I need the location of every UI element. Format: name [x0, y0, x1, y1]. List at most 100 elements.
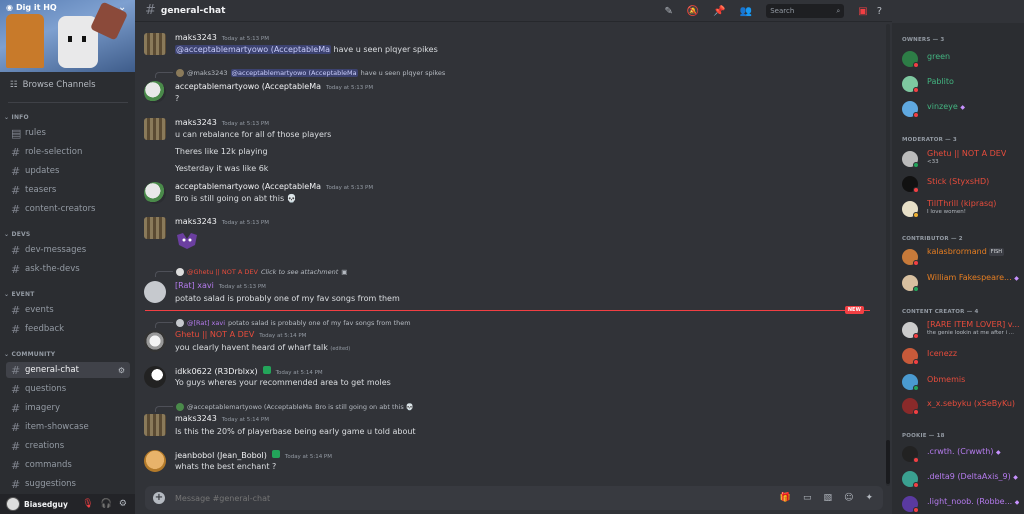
member-item[interactable]: .light_noob. (Robbe... ◆: [900, 493, 1022, 514]
avatar[interactable]: [144, 450, 166, 472]
sticker-icon[interactable]: ▧: [824, 493, 833, 503]
member-list-icon[interactable]: 👥: [740, 6, 752, 17]
avatar[interactable]: [144, 33, 166, 55]
hash-icon: #: [11, 262, 21, 276]
channel-questions[interactable]: # questions: [6, 381, 130, 397]
channel-general-chat[interactable]: # general-chat ⚙: [6, 362, 130, 378]
channel-dev-messages[interactable]: # dev-messages: [6, 242, 130, 258]
rules-icon: ▤: [11, 126, 22, 140]
member-item[interactable]: Stick (StyxsHD): [900, 173, 1022, 195]
author-name[interactable]: maks3243: [175, 217, 217, 226]
sticker-image[interactable]: [175, 231, 199, 251]
server-name[interactable]: ◉ Dig it HQ: [6, 3, 57, 12]
member-item[interactable]: TillThrill (kiprasq) I love women!: [900, 198, 1022, 220]
channel-suggestions[interactable]: # suggestions: [6, 476, 130, 492]
add-member-icon[interactable]: ⚙: [118, 366, 125, 375]
reply-preview[interactable]: @[Rat] xavi potato salad is probably one…: [155, 317, 411, 328]
gift-icon[interactable]: 🎁: [780, 493, 791, 503]
author-name[interactable]: idkk0622 (R3Drblxx): [175, 367, 258, 376]
message-text: Yo guys wheres your recommended area to …: [175, 378, 391, 387]
emoji-icon[interactable]: ☺: [844, 493, 853, 503]
member-item[interactable]: green: [900, 48, 1022, 70]
scrollbar-thumb[interactable]: [886, 440, 890, 484]
member-item[interactable]: Icenezz: [900, 345, 1022, 367]
category-info[interactable]: ⌄ INFO: [4, 114, 29, 121]
member-item[interactable]: Pablito: [900, 73, 1022, 95]
avatar[interactable]: [144, 81, 166, 103]
category-devs[interactable]: ⌄ DEVS: [4, 231, 30, 238]
channel-creations[interactable]: # creations: [6, 438, 130, 454]
user-mention[interactable]: @acceptablemartyowo (AcceptableMa: [175, 45, 332, 54]
timestamp: Today at 5:13 PM: [221, 36, 269, 42]
reply-preview[interactable]: @maks3243 @acceptablemartyowo (Acceptable…: [155, 67, 445, 78]
channel-feedback[interactable]: # feedback: [6, 321, 130, 337]
fish-tag: FISH: [988, 247, 1005, 256]
author-name[interactable]: jeanbobol (Jean_Bobol): [175, 451, 267, 460]
member-item[interactable]: .delta9 (DeltaAxis_9) ◆: [900, 468, 1022, 490]
server-banner[interactable]: ◉ Dig it HQ ⌄: [0, 0, 135, 72]
search-input[interactable]: Search ⌕: [766, 4, 845, 18]
channel-teasers[interactable]: # teasers: [6, 182, 130, 198]
avatar[interactable]: [144, 217, 166, 239]
apps-icon[interactable]: ✦: [865, 493, 873, 503]
avatar[interactable]: [144, 366, 166, 388]
threads-icon[interactable]: ✎: [664, 6, 672, 17]
channel-ask-the-devs[interactable]: # ask-the-devs: [6, 261, 130, 277]
author-name[interactable]: maks3243: [175, 33, 217, 42]
category-event[interactable]: ⌄ EVENT: [4, 291, 35, 298]
member-item[interactable]: x_x.sebyku (xSeByKu): [900, 395, 1022, 417]
reply-preview[interactable]: @acceptablemartyowo (AcceptableMa Bro is…: [155, 401, 414, 412]
pin-icon[interactable]: 📌: [713, 6, 725, 17]
channel-imagery[interactable]: # imagery: [6, 400, 130, 416]
channel-item-showcase[interactable]: # item-showcase: [6, 419, 130, 435]
channel-commands[interactable]: # commands: [6, 457, 130, 473]
reply-preview[interactable]: @Ghetu || NOT A DEV Click to see attachme…: [155, 266, 347, 277]
category-community[interactable]: ⌄ COMMUNITY: [4, 351, 55, 358]
avatar[interactable]: [144, 414, 166, 436]
help-icon[interactable]: ?: [877, 6, 882, 17]
user-name[interactable]: Biasedguy: [24, 500, 68, 509]
notification-bell-icon[interactable]: 🔕: [687, 6, 699, 17]
discord-app: ◉ Dig it HQ ⌄ ☷ Browse Channels ⌄ INFO ▤…: [0, 0, 1024, 514]
author-name[interactable]: acceptablemartyowo (AcceptableMa: [175, 182, 321, 191]
channel-header: # general-chat ✎ 🔕 📌 👥 Search ⌕ ▣ ?: [135, 0, 892, 22]
headphones-icon[interactable]: 🎧: [101, 499, 112, 509]
member-item[interactable]: Ghetu || NOT A DEV <33: [900, 148, 1022, 170]
channel-rules[interactable]: ▤ rules: [6, 125, 130, 141]
hash-icon: #: [11, 458, 21, 472]
channel-updates[interactable]: # updates: [6, 163, 130, 179]
channel-content-creators[interactable]: # content-creators: [6, 201, 130, 217]
browse-channels-button[interactable]: ☷ Browse Channels: [10, 80, 96, 90]
member-item[interactable]: .crwth. (Crwwth) ◆: [900, 443, 1022, 465]
message-text: Yesterday it was like 6k: [175, 164, 269, 173]
member-item[interactable]: William Fakespeare... ◆: [900, 272, 1022, 294]
avatar[interactable]: [144, 182, 166, 204]
scrollbar-track[interactable]: [886, 24, 890, 486]
hash-icon: #: [11, 322, 21, 336]
member-item[interactable]: Obmemis: [900, 371, 1022, 393]
author-name[interactable]: maks3243: [175, 118, 217, 127]
avatar[interactable]: [144, 281, 166, 303]
gem-icon: ◆: [1014, 499, 1020, 506]
hash-icon: #: [11, 164, 21, 178]
avatar[interactable]: [6, 497, 20, 511]
add-attachment-button[interactable]: +: [153, 492, 165, 504]
message-input[interactable]: [175, 493, 735, 503]
hash-icon: #: [11, 363, 21, 377]
author-name[interactable]: Ghetu || NOT A DEV: [175, 330, 254, 339]
author-name[interactable]: maks3243: [175, 414, 217, 423]
chevron-down-icon[interactable]: ⌄: [118, 2, 126, 13]
inbox-icon[interactable]: ▣: [858, 6, 867, 17]
avatar[interactable]: [144, 330, 166, 352]
author-name[interactable]: [Rat] xavi: [175, 281, 214, 290]
member-item[interactable]: vinzeye ◆: [900, 98, 1022, 120]
member-item[interactable]: kalasbrormand FISH: [900, 246, 1022, 268]
gif-icon[interactable]: ▭: [803, 493, 812, 503]
member-item[interactable]: [RARE ITEM LOVER] v... the genie lookin a…: [900, 319, 1022, 341]
gear-icon[interactable]: ⚙: [119, 499, 127, 509]
avatar[interactable]: [144, 118, 166, 140]
author-name[interactable]: acceptablemartyowo (AcceptableMa: [175, 82, 321, 91]
channel-events[interactable]: # events: [6, 302, 130, 318]
mic-muted-icon[interactable]: 🎙: [82, 499, 93, 509]
channel-role-selection[interactable]: # role-selection: [6, 144, 130, 160]
